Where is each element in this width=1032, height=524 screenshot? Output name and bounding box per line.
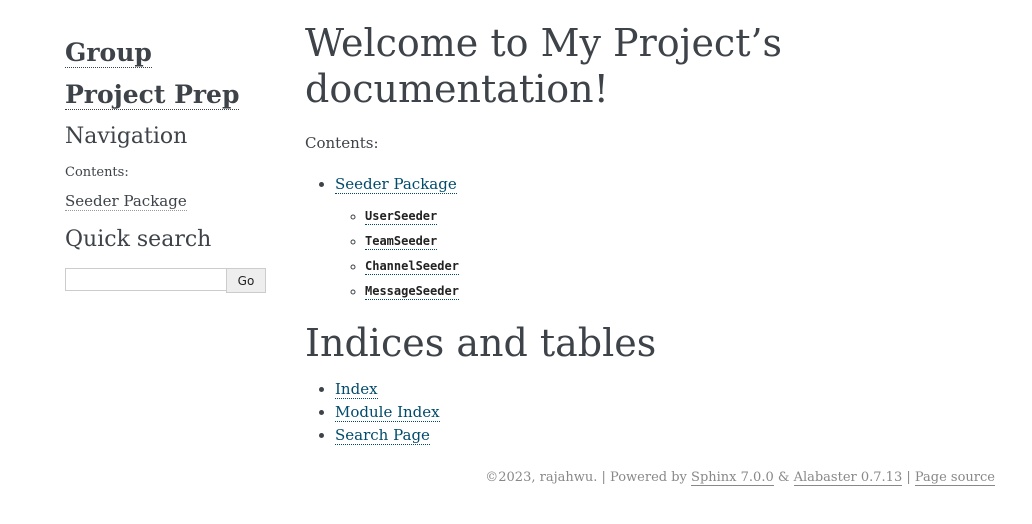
- page-source-link[interactable]: Page source: [914, 470, 995, 486]
- search-form: Go: [65, 268, 270, 293]
- footer: ©2023, rajahwu. | Powered by Sphinx 7.0.…: [485, 470, 995, 486]
- project-logo-link[interactable]: Group Project Prep: [65, 32, 270, 116]
- toc-link-userseeder[interactable]: UserSeeder: [365, 209, 438, 225]
- index-link[interactable]: Index: [335, 380, 378, 399]
- contents-caption: Contents:: [305, 134, 379, 152]
- toc-subitem: TeamSeeder: [365, 229, 1005, 254]
- indices-list: Index Module Index Search Page: [305, 378, 1005, 447]
- toc-link-channelseeder[interactable]: ChannelSeeder: [365, 259, 459, 275]
- indices-heading: Indices and tables: [305, 321, 657, 365]
- footer-separator: |: [902, 470, 915, 485]
- toc-list: Seeder Package UserSeeder TeamSeeder Cha…: [305, 172, 1005, 304]
- toc-item: Seeder Package UserSeeder TeamSeeder Cha…: [335, 172, 1005, 304]
- logo-line-2[interactable]: Project Prep: [65, 80, 240, 110]
- list-item: Module Index: [335, 401, 1005, 424]
- page-title: Welcome to My Project’s documentation!: [305, 20, 1005, 112]
- toc-link-teamseeder[interactable]: TeamSeeder: [365, 234, 438, 250]
- logo-line-1[interactable]: Group: [65, 38, 152, 68]
- alabaster-link[interactable]: Alabaster 0.7.13: [793, 470, 903, 486]
- page-title-line-1: Welcome to My Project’s: [305, 21, 783, 65]
- toc-code: UserSeeder: [365, 209, 438, 223]
- footer-copyright: ©2023, rajahwu. | Powered by: [485, 470, 692, 485]
- list-item: Search Page: [335, 424, 1005, 447]
- toc-sublist: UserSeeder TeamSeeder ChannelSeeder Mess…: [335, 204, 1005, 304]
- page-title-line-2: documentation!: [305, 67, 609, 111]
- quick-search-heading: Quick search: [65, 227, 212, 252]
- toc-subitem: MessageSeeder: [365, 279, 1005, 304]
- sidebar: Group Project Prep Navigation Contents: …: [65, 32, 270, 293]
- list-item: Index: [335, 378, 1005, 401]
- module-index-link[interactable]: Module Index: [335, 403, 440, 422]
- toc-link-seeder-package[interactable]: Seeder Package: [335, 175, 457, 194]
- toc-code: TeamSeeder: [365, 234, 438, 248]
- sidebar-contents-caption: Contents:: [65, 165, 129, 180]
- sidebar-link-seeder-package[interactable]: Seeder Package: [65, 192, 187, 211]
- toc-link-messageseeder[interactable]: MessageSeeder: [365, 284, 459, 300]
- footer-amp: &: [773, 470, 794, 485]
- sphinx-link[interactable]: Sphinx 7.0.0: [691, 470, 774, 486]
- toc-code: ChannelSeeder: [365, 259, 459, 273]
- search-page-link[interactable]: Search Page: [335, 426, 430, 445]
- search-input[interactable]: [65, 268, 227, 291]
- toc-subitem: ChannelSeeder: [365, 254, 1005, 279]
- toc-subitem: UserSeeder: [365, 204, 1005, 229]
- toc-code: MessageSeeder: [365, 284, 459, 298]
- navigation-heading: Navigation: [65, 124, 188, 149]
- main-content: Welcome to My Project’s documentation! C…: [305, 20, 1005, 447]
- go-button[interactable]: Go: [226, 268, 266, 293]
